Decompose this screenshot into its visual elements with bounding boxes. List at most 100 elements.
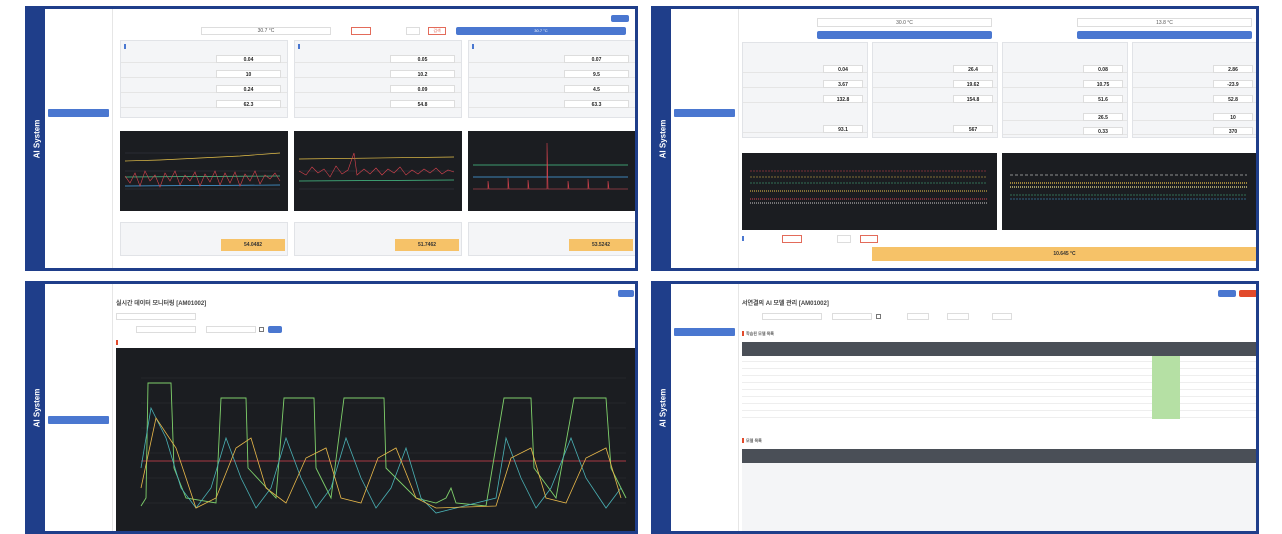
- nav-item[interactable]: [671, 21, 738, 29]
- nav-item[interactable]: [45, 304, 112, 312]
- filter-dropdown[interactable]: [992, 313, 1012, 320]
- nav-item[interactable]: [45, 53, 112, 61]
- nav-item[interactable]: [671, 440, 738, 448]
- nav-item[interactable]: [671, 384, 738, 392]
- nav-item[interactable]: [45, 432, 112, 440]
- nav-item[interactable]: [671, 320, 738, 328]
- nav-item[interactable]: [45, 392, 112, 400]
- search-button[interactable]: [860, 235, 878, 243]
- nav-item[interactable]: [671, 400, 738, 408]
- nav-item[interactable]: [45, 77, 112, 85]
- nav-item[interactable]: [45, 408, 112, 416]
- nav-item[interactable]: [671, 141, 738, 149]
- nav-item[interactable]: [671, 53, 738, 61]
- nav-item-active[interactable]: [674, 328, 735, 336]
- delete-button[interactable]: [1239, 290, 1256, 297]
- nav-section[interactable]: [45, 376, 112, 384]
- nav-item-active[interactable]: [48, 416, 109, 424]
- nav-item[interactable]: [671, 376, 738, 384]
- nav-item[interactable]: [671, 344, 738, 352]
- nav-section[interactable]: [45, 45, 112, 53]
- nav-section[interactable]: [671, 336, 738, 344]
- value-dropdown[interactable]: [837, 235, 851, 243]
- nav-item[interactable]: [671, 296, 738, 304]
- nav-section[interactable]: [671, 37, 738, 45]
- nav-item[interactable]: [671, 133, 738, 141]
- date-end[interactable]: [206, 326, 256, 333]
- nav-item[interactable]: [45, 37, 112, 45]
- nav-item[interactable]: [671, 165, 738, 173]
- nav-item[interactable]: [45, 312, 112, 320]
- nav-item[interactable]: [671, 85, 738, 93]
- nav-item[interactable]: [45, 29, 112, 37]
- nav-item[interactable]: [671, 392, 738, 400]
- date-start[interactable]: [762, 313, 822, 320]
- nav-section[interactable]: [671, 149, 738, 157]
- nav-item[interactable]: [671, 69, 738, 77]
- nav-section[interactable]: [671, 61, 738, 69]
- filter-dropdown[interactable]: [351, 27, 371, 35]
- nav-item-active[interactable]: [674, 109, 735, 117]
- calendar-icon[interactable]: [876, 314, 881, 319]
- nav-section[interactable]: [45, 424, 112, 432]
- nav-item[interactable]: [671, 101, 738, 109]
- nav-item[interactable]: [45, 165, 112, 173]
- nav-section[interactable]: [45, 69, 112, 77]
- nav-section[interactable]: [45, 101, 112, 109]
- value-dropdown[interactable]: [406, 27, 420, 35]
- nav-item[interactable]: [671, 29, 738, 37]
- nav-item[interactable]: [45, 117, 112, 125]
- calendar-icon[interactable]: [259, 327, 264, 332]
- nav-item[interactable]: [45, 352, 112, 360]
- nav-section[interactable]: [45, 320, 112, 328]
- nav-section[interactable]: [671, 312, 738, 320]
- nav-section[interactable]: [671, 93, 738, 101]
- search-button[interactable]: [1218, 290, 1236, 297]
- nav-item[interactable]: [671, 173, 738, 181]
- search-button[interactable]: [618, 290, 634, 297]
- nav-item[interactable]: [45, 125, 112, 133]
- nav-item[interactable]: [45, 448, 112, 456]
- nav-item[interactable]: [671, 408, 738, 416]
- nav-item[interactable]: [45, 173, 112, 181]
- date-end[interactable]: [832, 313, 872, 320]
- nav-item[interactable]: [45, 368, 112, 376]
- date-start[interactable]: [136, 326, 196, 333]
- nav-item[interactable]: [671, 77, 738, 85]
- filter-dropdown[interactable]: [782, 235, 802, 243]
- nav-section[interactable]: [671, 416, 738, 424]
- nav-item[interactable]: [45, 400, 112, 408]
- nav-item[interactable]: [671, 352, 738, 360]
- nav-item[interactable]: [671, 304, 738, 312]
- filter-dropdown[interactable]: [907, 313, 929, 320]
- search-button[interactable]: [268, 326, 282, 333]
- nav-item[interactable]: [45, 21, 112, 29]
- nav-item[interactable]: [45, 157, 112, 165]
- nav-section[interactable]: [671, 368, 738, 376]
- nav-section[interactable]: [45, 344, 112, 352]
- nav-item[interactable]: [45, 93, 112, 101]
- nav-item[interactable]: [671, 125, 738, 133]
- search-button[interactable]: 검색: [428, 27, 446, 35]
- nav-item[interactable]: [45, 141, 112, 149]
- nav-item[interactable]: [671, 432, 738, 440]
- nav-item[interactable]: [671, 360, 738, 368]
- nav-item[interactable]: [45, 360, 112, 368]
- nav-item[interactable]: [45, 13, 112, 21]
- nav-item[interactable]: [671, 424, 738, 432]
- nav-item[interactable]: [45, 133, 112, 141]
- nav-section[interactable]: [45, 149, 112, 157]
- tab-bar[interactable]: [116, 313, 196, 320]
- nav-item[interactable]: [45, 328, 112, 336]
- nav-item[interactable]: [671, 45, 738, 53]
- top-right-button[interactable]: [611, 15, 629, 22]
- nav-item[interactable]: [671, 13, 738, 21]
- nav-item[interactable]: [45, 85, 112, 93]
- nav-item[interactable]: [671, 288, 738, 296]
- nav-item[interactable]: [45, 61, 112, 69]
- filter-dropdown[interactable]: [947, 313, 969, 320]
- nav-item-active[interactable]: [48, 109, 109, 117]
- nav-item[interactable]: [45, 288, 112, 296]
- nav-item[interactable]: [45, 384, 112, 392]
- nav-item[interactable]: [671, 117, 738, 125]
